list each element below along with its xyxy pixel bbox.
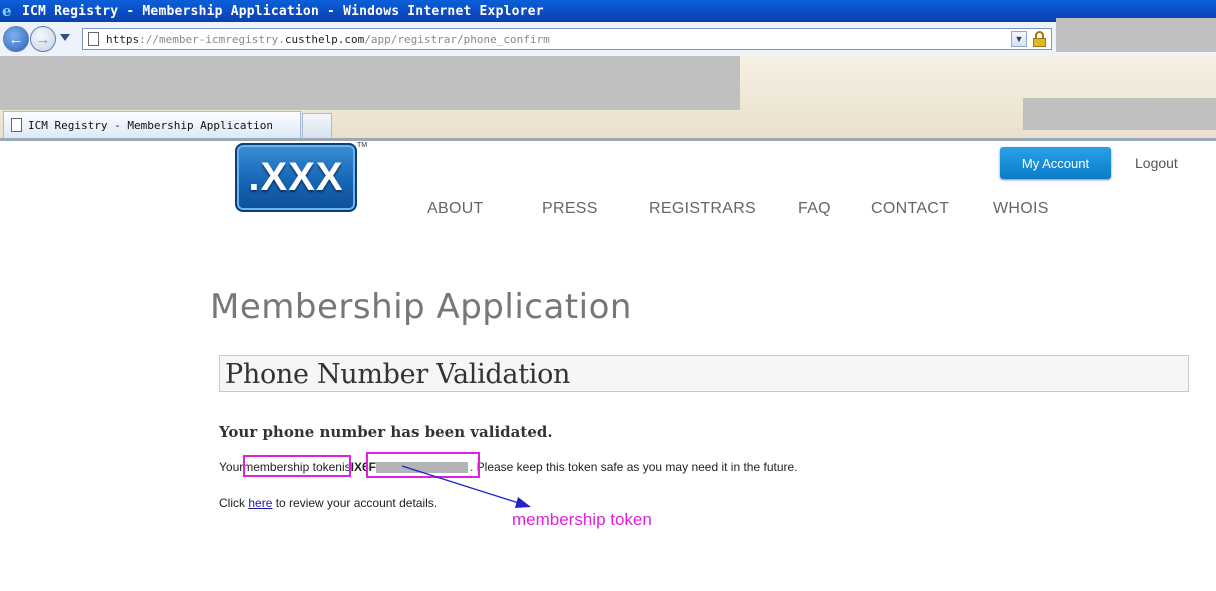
redacted-area bbox=[1056, 18, 1216, 52]
new-tab-button[interactable] bbox=[302, 113, 332, 138]
url-subdomain: ://member-icmregistry. bbox=[139, 32, 285, 46]
address-url[interactable]: https://member-icmregistry.custhelp.com/… bbox=[106, 33, 550, 46]
token-intro: Your bbox=[219, 460, 244, 474]
tab-label: ICM Registry - Membership Application bbox=[28, 118, 274, 132]
callout-label: membership token bbox=[512, 510, 652, 529]
logout-link[interactable]: Logout bbox=[1135, 155, 1178, 171]
nav-faq[interactable]: FAQ bbox=[798, 200, 831, 218]
validation-message: Your phone number has been validated. bbox=[219, 423, 553, 441]
token-label-highlight bbox=[243, 455, 351, 477]
url-path: /app/registrar/phone_confirm bbox=[364, 32, 550, 46]
nav-press[interactable]: PRESS bbox=[542, 200, 598, 218]
address-field[interactable]: https://member-icmregistry.custhelp.com/… bbox=[82, 28, 1052, 50]
page-icon bbox=[11, 118, 22, 132]
nav-registrars[interactable]: REGISTRARS bbox=[649, 200, 756, 218]
window-title: ICM Registry - Membership Application - … bbox=[22, 3, 544, 19]
redacted-toolbar bbox=[0, 56, 740, 110]
xxx-logo[interactable]: .XXX bbox=[235, 143, 357, 212]
section-title: Phone Number Validation bbox=[225, 359, 571, 390]
window-title-bar: e ICM Registry - Membership Application … bbox=[0, 0, 1216, 22]
chevron-down-icon: ▼ bbox=[1014, 34, 1024, 44]
recent-pages-dropdown[interactable] bbox=[60, 34, 70, 41]
nav-contact[interactable]: CONTACT bbox=[871, 200, 949, 218]
tab-membership-application[interactable]: ICM Registry - Membership Application bbox=[3, 111, 301, 138]
page-icon bbox=[88, 32, 99, 46]
internet-explorer-icon: e bbox=[2, 2, 12, 20]
forward-button[interactable]: → bbox=[30, 26, 56, 52]
nav-whois[interactable]: WHOIS bbox=[993, 200, 1049, 218]
url-scheme: https bbox=[106, 32, 140, 46]
page-title: Membership Application bbox=[210, 287, 632, 327]
click-suffix: to review your account details. bbox=[272, 496, 438, 510]
nav-about[interactable]: ABOUT bbox=[427, 200, 484, 218]
back-arrow-icon: ← bbox=[8, 30, 24, 48]
logo-text: .XXX bbox=[248, 155, 344, 199]
forward-arrow-icon: → bbox=[35, 30, 51, 48]
address-dropdown-button[interactable]: ▼ bbox=[1011, 31, 1027, 47]
review-account-line: Click here to review your account detail… bbox=[219, 496, 437, 510]
token-value-highlight bbox=[366, 452, 480, 478]
address-bar-row: ← → https://member-icmregistry.custhelp.… bbox=[0, 22, 1216, 56]
divider bbox=[0, 138, 1216, 141]
lock-icon[interactable] bbox=[1032, 31, 1047, 47]
my-account-button[interactable]: My Account bbox=[1000, 147, 1111, 179]
token-suffix: . Please keep this token safe as you may… bbox=[469, 460, 798, 474]
back-button[interactable]: ← bbox=[3, 26, 29, 52]
here-link[interactable]: here bbox=[248, 496, 272, 510]
section-header: Phone Number Validation bbox=[219, 355, 1189, 392]
redacted-toolbar-right bbox=[1023, 98, 1216, 130]
trademark-symbol: TM bbox=[357, 142, 368, 149]
click-prefix: Click bbox=[219, 496, 249, 510]
url-domain: custhelp.com bbox=[284, 32, 365, 46]
